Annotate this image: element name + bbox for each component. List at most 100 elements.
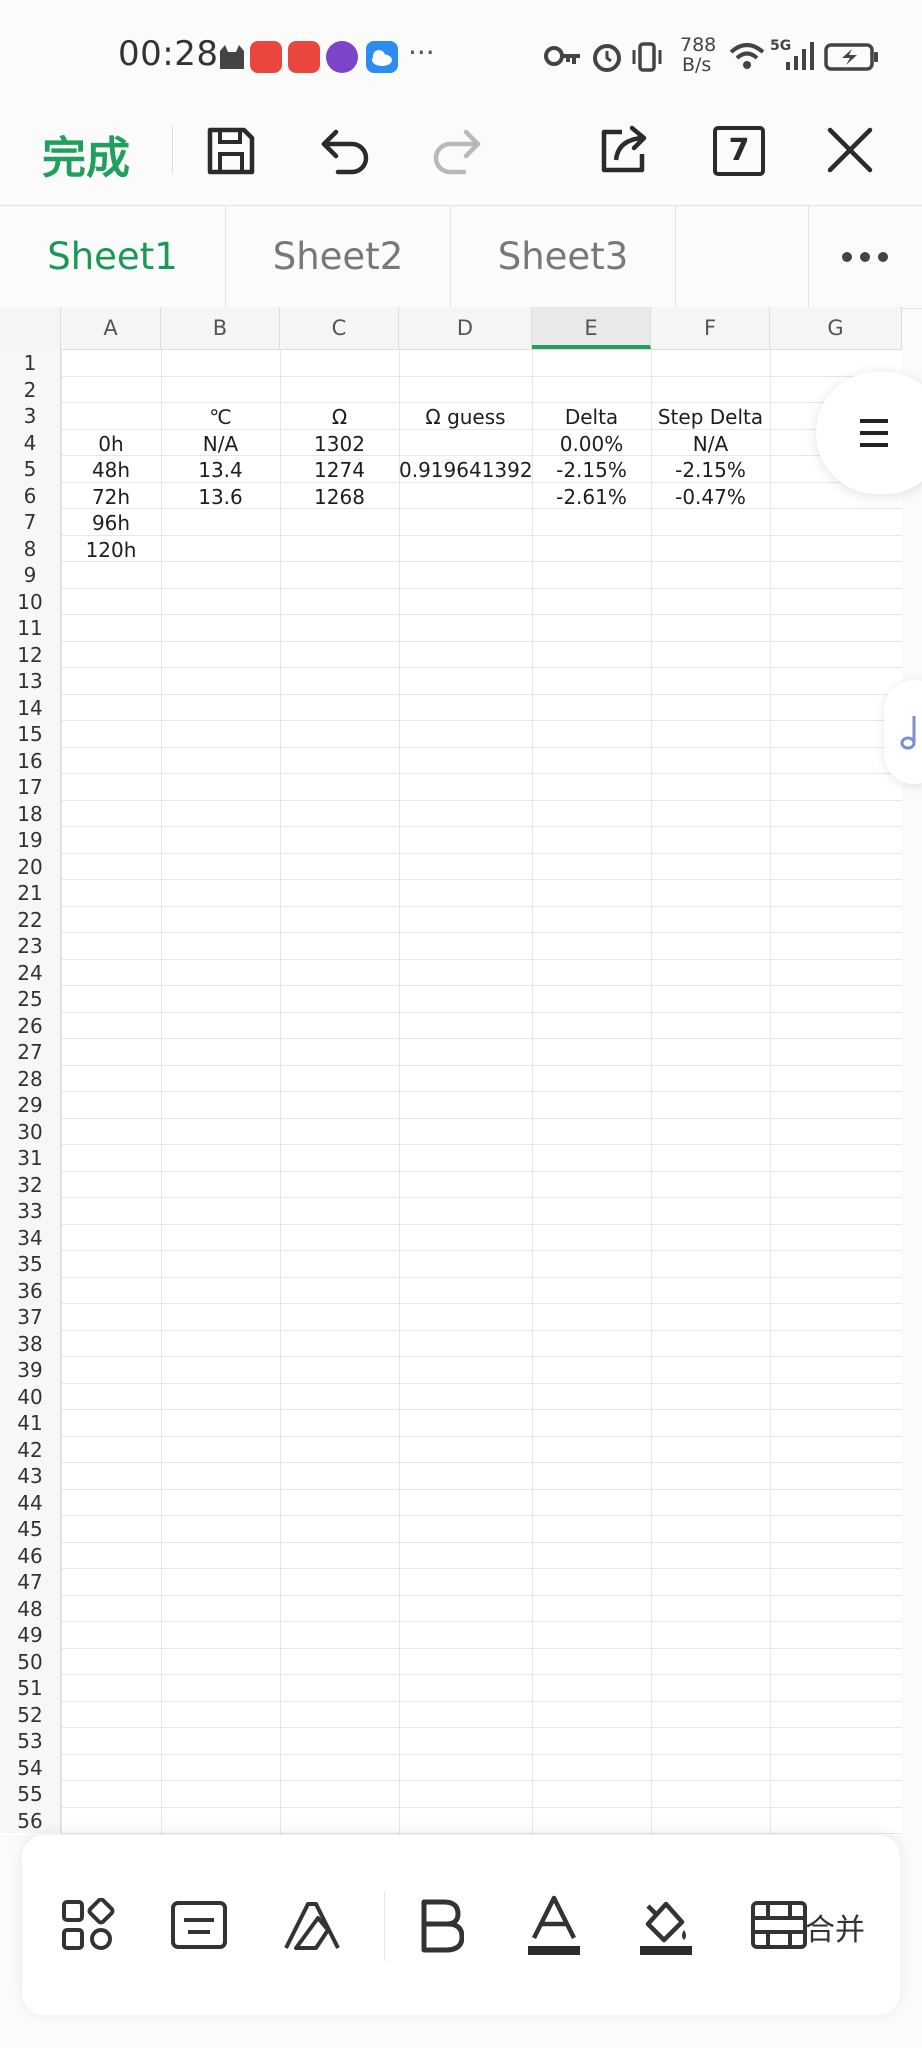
cell-a4[interactable]: 0h xyxy=(61,429,161,456)
tab-count-button[interactable]: 7 xyxy=(713,126,765,176)
cell-a6[interactable]: 72h xyxy=(61,482,161,509)
row-header[interactable]: 54 xyxy=(0,1753,61,1780)
row-header[interactable]: 48 xyxy=(0,1594,61,1621)
cell-a8[interactable]: 120h xyxy=(61,535,161,562)
row-header[interactable]: 33 xyxy=(0,1197,61,1224)
row-header[interactable]: 1 xyxy=(0,349,61,376)
cell-e5[interactable]: -2.15% xyxy=(532,455,651,482)
tab-sheet2[interactable]: Sheet2 xyxy=(226,206,451,308)
row-header[interactable]: 4 xyxy=(0,428,61,455)
tab-sheet1[interactable]: Sheet1 xyxy=(0,206,226,308)
cell-b6[interactable]: 13.6 xyxy=(161,482,280,509)
row-header[interactable]: 22 xyxy=(0,905,61,932)
row-header[interactable]: 39 xyxy=(0,1356,61,1383)
row-header[interactable]: 56 xyxy=(0,1806,61,1833)
column-header-a[interactable]: A xyxy=(61,307,161,349)
cell-d5[interactable]: 0.919641392 xyxy=(399,455,533,482)
column-header-g[interactable]: G xyxy=(770,307,902,349)
column-header-b[interactable]: B xyxy=(161,307,280,349)
cell-b5[interactable]: 13.4 xyxy=(161,455,280,482)
floating-side-button[interactable] xyxy=(884,680,922,784)
cell-e3[interactable]: Delta xyxy=(532,402,651,429)
row-header[interactable]: 49 xyxy=(0,1621,61,1648)
row-header[interactable]: 14 xyxy=(0,693,61,720)
row-header[interactable]: 44 xyxy=(0,1488,61,1515)
column-header-e[interactable]: E xyxy=(532,307,651,349)
row-header[interactable]: 8 xyxy=(0,534,61,561)
font-color-icon[interactable] xyxy=(526,1894,582,1958)
row-header[interactable]: 24 xyxy=(0,958,61,985)
row-header[interactable]: 17 xyxy=(0,773,61,800)
row-header[interactable]: 30 xyxy=(0,1117,61,1144)
row-header[interactable]: 51 xyxy=(0,1674,61,1701)
save-icon[interactable] xyxy=(204,124,258,178)
cell-c6[interactable]: 1268 xyxy=(280,482,399,509)
cell-e4[interactable]: 0.00% xyxy=(532,429,651,456)
redo-icon[interactable] xyxy=(428,124,486,178)
row-header[interactable]: 13 xyxy=(0,667,61,694)
cell-c4[interactable]: 1302 xyxy=(280,429,399,456)
spreadsheet-grid[interactable]: A B C D E F G 1 2 3 4 5 6 7 8 9 10 11 12 13 14 15 16 17 1… xyxy=(0,307,902,1835)
row-header[interactable]: 11 xyxy=(0,614,61,641)
fill-color-icon[interactable] xyxy=(638,1894,694,1958)
merge-label[interactable]: 合并 xyxy=(805,1905,865,1949)
done-button[interactable]: 完成 xyxy=(42,122,130,186)
row-header[interactable]: 6 xyxy=(0,481,61,508)
row-header[interactable]: 45 xyxy=(0,1515,61,1542)
row-header[interactable]: 7 xyxy=(0,508,61,535)
row-header[interactable]: 3 xyxy=(0,402,61,429)
row-header[interactable]: 31 xyxy=(0,1144,61,1171)
row-header[interactable]: 10 xyxy=(0,587,61,614)
column-header-c[interactable]: C xyxy=(280,307,399,349)
tab-sheet3[interactable]: Sheet3 xyxy=(451,206,676,308)
row-header[interactable]: 36 xyxy=(0,1276,61,1303)
more-sheets-icon[interactable] xyxy=(840,250,890,264)
row-header[interactable]: 41 xyxy=(0,1409,61,1436)
row-header[interactable]: 23 xyxy=(0,932,61,959)
row-header[interactable]: 9 xyxy=(0,561,61,588)
cell-c3[interactable]: Ω xyxy=(280,402,399,429)
row-header[interactable]: 27 xyxy=(0,1038,61,1065)
apps-icon[interactable] xyxy=(60,1898,116,1954)
row-header[interactable]: 21 xyxy=(0,879,61,906)
cell-a7[interactable]: 96h xyxy=(61,508,161,535)
bold-icon[interactable] xyxy=(418,1898,464,1954)
row-header[interactable]: 52 xyxy=(0,1700,61,1727)
cell-f5[interactable]: -2.15% xyxy=(651,455,770,482)
row-header[interactable]: 16 xyxy=(0,746,61,773)
cell-b3[interactable]: ℃ xyxy=(161,402,280,429)
row-header[interactable]: 28 xyxy=(0,1064,61,1091)
row-header[interactable]: 55 xyxy=(0,1780,61,1807)
row-header[interactable]: 38 xyxy=(0,1329,61,1356)
undo-icon[interactable] xyxy=(316,124,374,178)
row-header[interactable]: 37 xyxy=(0,1303,61,1330)
row-header[interactable]: 19 xyxy=(0,826,61,853)
cell-f4[interactable]: N/A xyxy=(651,429,770,456)
row-header[interactable]: 18 xyxy=(0,799,61,826)
row-header[interactable]: 34 xyxy=(0,1223,61,1250)
merge-cells-icon[interactable] xyxy=(750,1900,808,1952)
close-icon[interactable] xyxy=(824,124,876,176)
row-header[interactable]: 12 xyxy=(0,640,61,667)
row-header[interactable]: 46 xyxy=(0,1541,61,1568)
clear-format-icon[interactable] xyxy=(282,1898,342,1954)
row-header[interactable]: 29 xyxy=(0,1091,61,1118)
cell-c5[interactable]: 1274 xyxy=(280,455,399,482)
cell-f3[interactable]: Step Delta xyxy=(651,402,770,429)
row-header[interactable]: 20 xyxy=(0,852,61,879)
column-header-d[interactable]: D xyxy=(399,307,532,349)
cell-f6[interactable]: -0.47% xyxy=(651,482,770,509)
row-header[interactable]: 50 xyxy=(0,1647,61,1674)
row-header[interactable]: 43 xyxy=(0,1462,61,1489)
row-header[interactable]: 15 xyxy=(0,720,61,747)
share-icon[interactable] xyxy=(596,122,652,178)
row-header[interactable]: 25 xyxy=(0,985,61,1012)
row-header[interactable]: 5 xyxy=(0,455,61,482)
row-header[interactable]: 32 xyxy=(0,1170,61,1197)
cell-a5[interactable]: 48h xyxy=(61,455,161,482)
row-header[interactable]: 35 xyxy=(0,1250,61,1277)
row-header[interactable]: 40 xyxy=(0,1382,61,1409)
cell-d3[interactable]: Ω guess xyxy=(399,402,532,429)
cell-b4[interactable]: N/A xyxy=(161,429,280,456)
keyboard-icon[interactable] xyxy=(170,1900,228,1952)
